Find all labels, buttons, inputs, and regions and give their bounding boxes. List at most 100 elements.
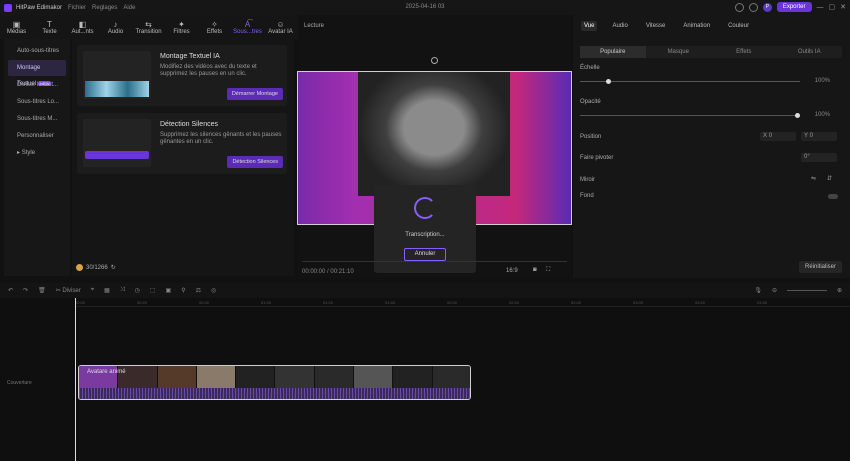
card-thumbnail — [83, 51, 151, 99]
subtab-effects[interactable]: Effets — [711, 46, 777, 58]
subnav-multi[interactable]: Sous-titres M... — [4, 111, 70, 127]
card-description: Modifiez des vidéos avec du texte et sup… — [160, 64, 257, 77]
media-icon: ▣ — [12, 19, 21, 29]
transcription-status: Transcription... — [405, 232, 445, 238]
cat-image — [358, 72, 510, 196]
search-icon[interactable]: ⚲ — [181, 287, 185, 294]
effects-icon: ✧ — [211, 19, 218, 29]
marker-icon[interactable]: ⌖ — [91, 287, 94, 294]
close-icon[interactable]: ✕ — [840, 3, 846, 11]
minimize-icon[interactable]: — — [817, 4, 824, 11]
chat-icon[interactable] — [734, 2, 744, 12]
delete-icon[interactable]: 🗑 — [38, 287, 46, 294]
ruler-tick: 00:20 — [137, 300, 148, 305]
menu-help[interactable]: Aide — [123, 5, 135, 11]
video-clip[interactable]: Avatare animé — [78, 365, 471, 400]
preview-scrubber[interactable] — [302, 261, 567, 262]
fullscreen-icon[interactable]: ⛶ — [546, 267, 550, 274]
export-button[interactable]: Exporter — [776, 2, 812, 12]
start-editing-button[interactable]: Démarrer Montage — [226, 88, 283, 100]
frame-icon[interactable]: ▣ — [166, 287, 172, 294]
subnav-split-text[interactable]: Diviser le text... — [4, 77, 70, 93]
opacity-knob[interactable] — [795, 113, 800, 118]
position-y-input[interactable]: Y 0 — [801, 132, 837, 141]
silence-detection-button[interactable]: Détection Silences — [227, 156, 283, 168]
subtitle-subnav: Auto-sous-titres Montage Textuel NEW Divi… — [4, 39, 70, 276]
tool-text[interactable]: T Texte — [33, 15, 66, 39]
scale-knob[interactable] — [605, 79, 611, 84]
record-icon[interactable]: ◎ — [211, 287, 216, 294]
rotate-input[interactable]: 0° — [801, 153, 837, 162]
subtitles-icon: A͡ — [244, 19, 251, 29]
subnav-style[interactable]: ▸ Style — [4, 145, 70, 161]
playhead[interactable] — [75, 298, 76, 461]
card-title: Montage Textuel IA — [160, 53, 220, 60]
redo-icon[interactable]: ↷ — [23, 287, 28, 294]
rotate-icon[interactable]: ⬚ — [150, 287, 156, 294]
scale-value[interactable]: 100% — [815, 78, 830, 84]
preview-panel: Lecture Transcription... Annuler 00:00:0… — [297, 15, 572, 278]
scale-label: Échelle — [580, 65, 600, 71]
tab-audio[interactable]: Audio — [609, 21, 630, 31]
refresh-icon[interactable]: ↻ — [111, 264, 116, 271]
subnav-text-editing[interactable]: Montage Textuel NEW — [8, 60, 66, 87]
background-toggle[interactable] — [828, 194, 838, 199]
reset-button[interactable]: Réinitialiser — [798, 261, 842, 273]
aspect-ratio[interactable]: 16:9 — [506, 268, 518, 274]
rotate-label: Faire pivoter — [580, 155, 614, 161]
position-x-input[interactable]: X 0 — [760, 132, 796, 141]
balance-icon[interactable]: ⚖ — [196, 287, 201, 294]
zoom-out-icon[interactable]: ⊖ — [772, 287, 777, 294]
subtab-ai-tools[interactable]: Outils IA — [777, 46, 843, 58]
subtab-popular[interactable]: Populaire — [580, 46, 646, 58]
microphone-icon[interactable]: 🎙 — [754, 287, 762, 294]
subnav-auto-subtitles[interactable]: Auto-sous-titres — [4, 43, 70, 59]
tab-view[interactable]: Vue — [581, 21, 598, 31]
preview-label: Lecture — [304, 23, 325, 29]
rotate-handle-icon[interactable] — [431, 57, 438, 64]
scale-slider[interactable] — [580, 79, 800, 84]
snapshot-icon[interactable]: ◙ — [533, 267, 537, 273]
flip-horizontal-icon[interactable]: ⇋ — [811, 175, 816, 182]
tool-transition[interactable]: ⇆ Transition — [132, 15, 165, 39]
tool-audio[interactable]: ♪ Audio — [99, 15, 132, 39]
ruler-tick: 02:20 — [509, 300, 520, 305]
main-toolbar: ▣ Médias T Texte ◧ Aut...nts ♪ Audio ⇆ Transi… — [0, 15, 300, 39]
audio-icon: ♪ — [113, 19, 118, 29]
opacity-slider[interactable] — [580, 113, 800, 118]
tab-animation[interactable]: Animation — [680, 21, 713, 31]
tool-media[interactable]: ▣ Médias — [0, 15, 33, 39]
tool-effects[interactable]: ✧ Effets — [198, 15, 231, 39]
subnav-customize[interactable]: Personnaliser — [4, 128, 70, 144]
zoom-in-icon[interactable]: ⊕ — [837, 287, 842, 294]
tab-speed[interactable]: Vitesse — [643, 21, 669, 31]
timeline-ruler[interactable]: 00:00 00:20 00:40 01:00 01:20 01:40 02:00 02:20… — [75, 298, 850, 307]
speed-icon[interactable]: ◷ — [135, 287, 140, 294]
crop-icon[interactable]: ⤨ — [120, 287, 125, 294]
undo-icon[interactable]: ↶ — [8, 287, 13, 294]
flip-vertical-icon[interactable]: ⇵ — [827, 175, 832, 182]
split-button[interactable]: ✂ Diviser — [56, 287, 81, 294]
clip-name: Avatare animé — [87, 369, 126, 375]
ruler-tick: 00:00 — [75, 300, 86, 305]
card-description: Supprimez les silences gênants et les pa… — [160, 132, 282, 145]
tab-color[interactable]: Couleur — [725, 21, 752, 31]
card-title: Détection Silences — [160, 121, 218, 128]
subnav-lyrics[interactable]: Sous-titres Lo... — [4, 94, 70, 110]
zoom-slider[interactable] — [786, 290, 827, 291]
menu-file[interactable]: Fichier — [68, 5, 86, 11]
maximize-icon[interactable]: ▢ — [829, 3, 836, 11]
tool-subtitles[interactable]: A͡ Sous...tres — [231, 15, 264, 39]
tool-avatar[interactable]: ☺ Avatar IA — [264, 15, 297, 39]
menu-settings[interactable]: Reglages — [92, 5, 117, 11]
freeze-icon[interactable]: ▦ — [104, 287, 110, 294]
subtab-mask[interactable]: Masque — [646, 46, 712, 58]
opacity-value[interactable]: 100% — [815, 112, 830, 118]
cancel-button[interactable]: Annuler — [404, 248, 446, 261]
tool-filters[interactable]: ✦ Filtres — [165, 15, 198, 39]
avatar[interactable]: P — [762, 2, 772, 12]
settings-icon[interactable] — [748, 2, 758, 12]
track-label: Couverture — [7, 380, 32, 386]
tool-elements[interactable]: ◧ Aut...nts — [66, 15, 99, 39]
coin-icon — [76, 264, 83, 271]
